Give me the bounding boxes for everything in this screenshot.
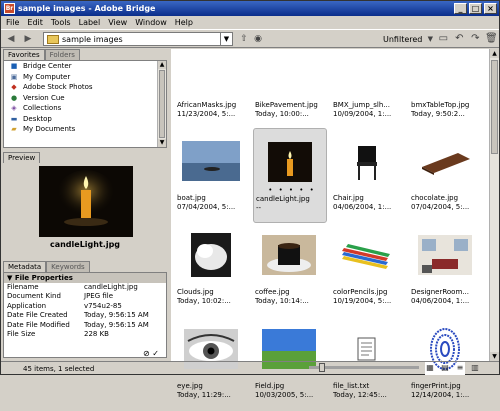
table-row: Document Kind JPEG file: [7, 292, 114, 301]
list-item[interactable]: ● Version Cue: [4, 93, 166, 104]
bridge-window: Br sample images - Adobe Bridge _ □ × Fi…: [0, 0, 500, 399]
menu-label[interactable]: Label: [79, 18, 101, 27]
stock-photos-icon: ◆: [11, 83, 17, 92]
favorites-list: ■ Bridge Center ▣ My Computer ◆ Adobe Stock…: [3, 60, 167, 148]
thumbnail-image: [416, 132, 474, 190]
tab-metadata[interactable]: Metadata: [3, 261, 47, 272]
thumbnail-item-selected[interactable]: • • • • • candleLight.jpg --: [253, 128, 327, 223]
scroll-up-icon[interactable]: ▲: [490, 49, 499, 58]
scroll-up-icon[interactable]: ▲: [158, 61, 166, 69]
scroll-down-icon[interactable]: ▼: [490, 352, 499, 361]
list-item[interactable]: ▬ Desktop: [4, 114, 166, 125]
list-item[interactable]: ◆ Adobe Stock Photos: [4, 82, 166, 93]
rating-stars[interactable]: • • • • •: [256, 186, 328, 194]
table-row: Application v754u2-85: [7, 301, 122, 310]
thumbnail-image: [260, 226, 318, 284]
tab-folders[interactable]: Folders: [44, 49, 80, 60]
metadata-table: ▼ File Properties Filename candleLight.jp…: [3, 272, 167, 358]
preview-panel: Preview candleLight.jpg: [3, 152, 167, 255]
list-item[interactable]: ▰ My Documents: [4, 124, 166, 135]
details-view-icon[interactable]: ≡: [454, 362, 466, 374]
desktop-icon: ▬: [10, 114, 18, 123]
table-row: File Size 228 KB: [7, 329, 109, 338]
app-icon: Br: [4, 3, 15, 14]
thumbnail-item[interactable]: boat.jpg 07/04/2004, 5:...: [175, 128, 249, 223]
thumbnail-item[interactable]: DesignerRoom... 04/06/2004, 1:...: [409, 222, 483, 317]
thumbnail-image: [261, 133, 319, 191]
folder-icon: [47, 34, 59, 44]
tab-preview[interactable]: Preview: [3, 152, 41, 163]
title-bar: Br sample images - Adobe Bridge _ □ ×: [1, 1, 499, 16]
metadata-panel: Metadata Keywords ▼ File Properties File…: [3, 261, 167, 359]
menu-tools[interactable]: Tools: [51, 18, 71, 27]
cancel-icon[interactable]: ⊘: [143, 349, 150, 358]
table-row: Date File Created Today, 9:56:15 AM: [7, 311, 149, 320]
list-item[interactable]: ▣ My Computer: [4, 72, 166, 83]
left-panels: Favorites Folders ■ Bridge Center ▣ My Com…: [1, 49, 169, 361]
menu-edit[interactable]: Edit: [27, 18, 43, 27]
computer-icon: ▣: [10, 72, 18, 81]
menu-bar: File Edit Tools Label View Window Help: [1, 16, 499, 29]
content-grid: AfricanMasks.jpg 11/23/2004, 5:... BikePa…: [171, 49, 489, 399]
thumbnail-size-slider[interactable]: [309, 363, 419, 372]
version-cue-icon: ●: [10, 93, 18, 102]
thumbnail-item[interactable]: colorPencils.jpg 10/19/2004, 5:...: [331, 222, 405, 317]
table-row: Filename candleLight.jpg: [7, 283, 138, 291]
tab-keywords[interactable]: Keywords: [46, 261, 90, 272]
thumbnail-image: [416, 226, 474, 284]
thumbnail-image: [182, 226, 240, 284]
filmstrip-view-icon[interactable]: ▤: [439, 362, 451, 374]
list-item[interactable]: ◈ Collections: [4, 103, 166, 114]
thumbnail-image: [338, 226, 396, 284]
file-properties-header[interactable]: ▼ File Properties: [4, 273, 166, 283]
menu-file[interactable]: File: [6, 18, 19, 27]
maximize-button[interactable]: □: [469, 3, 482, 14]
thumbnail-item[interactable]: BMX_jump_slh... 10/09/2004, 1:...: [331, 35, 405, 130]
status-text: 45 items, 1 selected: [23, 364, 95, 373]
scroll-down-icon[interactable]: ▼: [158, 139, 166, 147]
tab-favorites[interactable]: Favorites: [3, 49, 45, 60]
preview-image: [39, 166, 133, 237]
trash-icon[interactable]: 🗑: [484, 32, 498, 46]
table-row: Date File Modified Today, 9:56:15 AM: [7, 320, 149, 329]
collections-icon: ◈: [11, 104, 17, 113]
thumbnail-item[interactable]: Clouds.jpg Today, 10:02:...: [175, 222, 249, 317]
scroll-thumb[interactable]: [159, 70, 165, 138]
menu-window[interactable]: Window: [135, 18, 167, 27]
window-title: sample images - Adobe Bridge: [18, 4, 156, 13]
thumbnail-item[interactable]: Chair.jpg 04/06/2004, 1:...: [331, 128, 405, 223]
bridge-icon: ■: [10, 62, 18, 71]
menu-help[interactable]: Help: [175, 18, 193, 27]
content-scrollbar[interactable]: ▲ ▼: [489, 49, 499, 361]
favorites-scrollbar[interactable]: ▲ ▼: [157, 61, 166, 147]
thumbnail-item[interactable]: coffee.jpg Today, 10:14:...: [253, 222, 327, 317]
folder-icon: ▰: [11, 125, 17, 134]
apply-check-icon[interactable]: ✓: [152, 349, 159, 358]
thumbnail-item[interactable]: bmxTableTop.jpg Today, 9:50:2...: [409, 35, 483, 130]
preview-caption: candleLight.jpg: [49, 240, 121, 249]
list-item[interactable]: ■ Bridge Center: [4, 61, 166, 72]
thumbnail-item[interactable]: AfricanMasks.jpg 11/23/2004, 5:...: [175, 35, 249, 130]
minimize-button[interactable]: _: [454, 3, 467, 14]
menu-view[interactable]: View: [108, 18, 127, 27]
thumbnail-image: [182, 132, 240, 190]
thumbnail-image: [338, 132, 396, 190]
slider-knob[interactable]: [319, 363, 326, 372]
close-button[interactable]: ×: [484, 3, 497, 14]
back-arrow-icon[interactable]: ◀: [4, 32, 18, 46]
versions-view-icon[interactable]: ▥: [469, 362, 481, 374]
scroll-thumb[interactable]: [491, 60, 498, 154]
thumbnail-item[interactable]: BikePavement.jpg Today, 10:00:...: [253, 35, 327, 130]
thumbnail-item[interactable]: chocolate.jpg 07/04/2004, 5:...: [409, 128, 483, 223]
forward-arrow-icon[interactable]: ▶: [21, 32, 35, 46]
thumbnail-view-icon[interactable]: ▦: [424, 362, 436, 374]
